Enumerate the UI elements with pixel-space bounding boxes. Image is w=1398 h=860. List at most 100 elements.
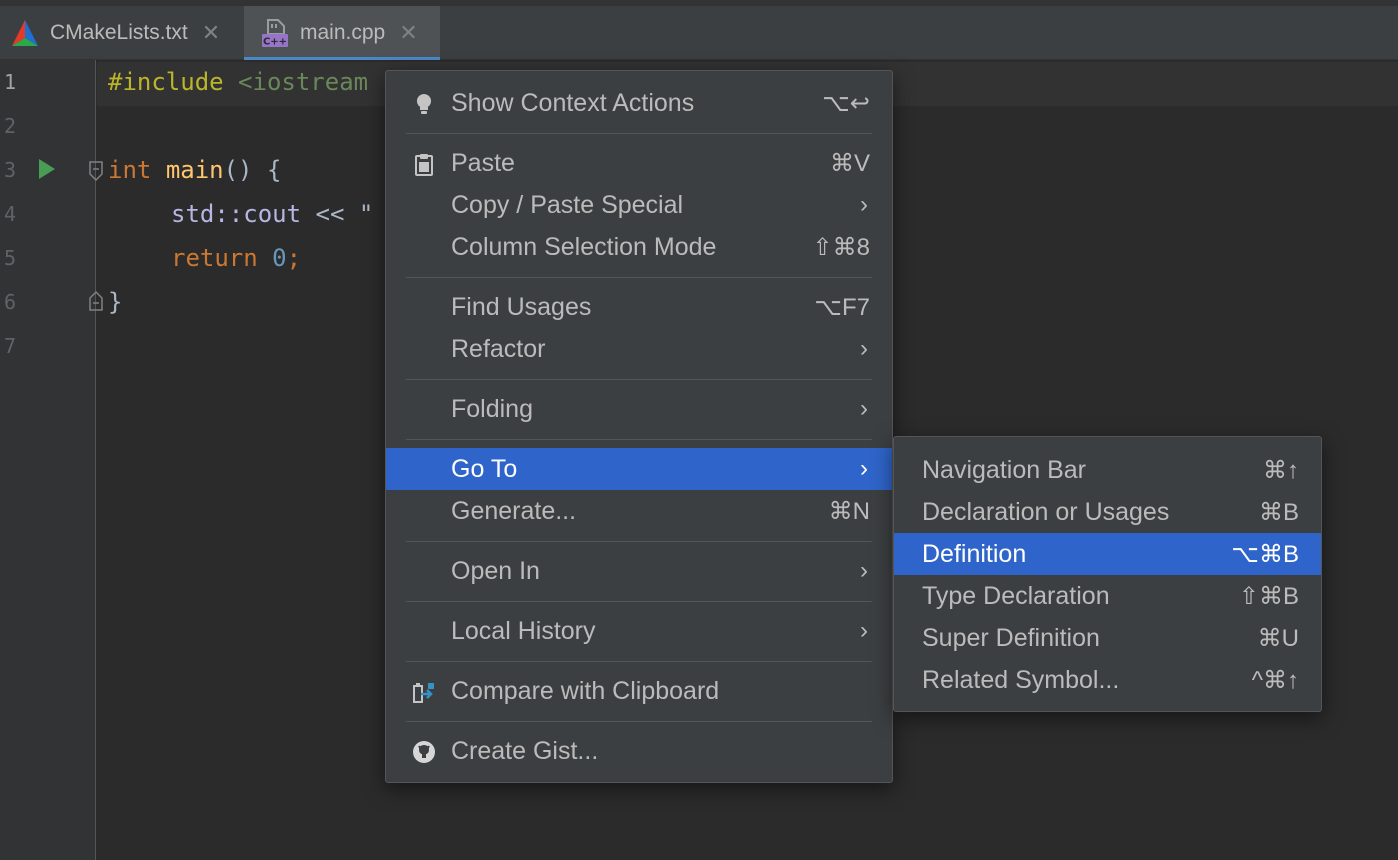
- chevron-right-icon: ›: [860, 335, 868, 362]
- menu-item-label: Column Selection Mode: [451, 232, 717, 261]
- menu-separator: [406, 133, 872, 134]
- fold-icon[interactable]: [88, 160, 104, 182]
- menu-item-refactor[interactable]: Refactor ›: [386, 328, 892, 370]
- menu-item-label: Navigation Bar: [922, 455, 1086, 484]
- code-line-1: #include <iostream: [108, 68, 368, 96]
- menu-item-create-gist[interactable]: Create Gist...: [386, 730, 892, 772]
- menu-item-folding[interactable]: Folding ›: [386, 388, 892, 430]
- line-number: 6: [4, 290, 17, 314]
- code-line-4: std::cout << ": [171, 200, 373, 228]
- menu-item-shortcut: ^⌘↑: [1251, 666, 1299, 694]
- submenu-item-declaration-or-usages[interactable]: Declaration or Usages ⌘B: [894, 491, 1321, 533]
- menu-item-shortcut: ⌘U: [1257, 624, 1299, 652]
- menu-item-label: Generate...: [451, 496, 577, 525]
- code-token: return: [171, 244, 258, 272]
- code-line-3: int main() {: [108, 156, 281, 184]
- clipboard-icon: [415, 154, 433, 176]
- menu-item-show-context-actions[interactable]: Show Context Actions ⌥↩: [386, 82, 892, 124]
- menu-item-shortcut: ⌥F7: [814, 293, 870, 321]
- menu-separator: [406, 277, 872, 278]
- menu-item-label: Type Declaration: [922, 581, 1110, 610]
- line-number: 1: [4, 70, 17, 94]
- submenu-item-navigation-bar[interactable]: Navigation Bar ⌘↑: [894, 449, 1321, 491]
- tab-cmakelists[interactable]: CMakeLists.txt ✕: [0, 6, 244, 60]
- cpp-file-icon: C++: [260, 18, 290, 48]
- tab-label: main.cpp: [300, 21, 386, 44]
- menu-separator: [406, 541, 872, 542]
- github-icon: [413, 741, 435, 763]
- menu-item-label: Declaration or Usages: [922, 497, 1170, 526]
- menu-separator: [406, 661, 872, 662]
- lightbulb-icon: [416, 93, 432, 114]
- menu-item-paste[interactable]: Paste ⌘V: [386, 142, 892, 184]
- menu-separator: [406, 439, 872, 440]
- menu-separator: [406, 601, 872, 602]
- code-token: int: [108, 156, 152, 184]
- svg-text:C++: C++: [263, 37, 287, 48]
- code-token: #include: [108, 68, 224, 96]
- code-token: main: [165, 156, 224, 184]
- menu-item-shortcut: ⌥⌘B: [1231, 540, 1299, 568]
- code-token: () {: [223, 156, 282, 184]
- menu-item-label: Open In: [451, 556, 540, 585]
- line-number: 7: [4, 334, 17, 358]
- code-token: <iostream: [238, 68, 369, 96]
- menu-item-label: Copy / Paste Special: [451, 190, 684, 219]
- tab-main-cpp[interactable]: C++ main.cpp ✕: [244, 6, 440, 61]
- gutter: 1 2 3 4 5 6 7: [0, 60, 96, 860]
- chevron-right-icon: ›: [860, 191, 868, 218]
- menu-item-label: Refactor: [451, 334, 546, 363]
- menu-item-label: Definition: [922, 539, 1027, 568]
- submenu-item-related-symbol[interactable]: Related Symbol... ^⌘↑: [894, 659, 1321, 701]
- menu-item-label: Folding: [451, 394, 533, 423]
- menu-item-label: Paste: [451, 148, 515, 177]
- menu-item-generate[interactable]: Generate... ⌘N: [386, 490, 892, 532]
- menu-item-local-history[interactable]: Local History ›: [386, 610, 892, 652]
- menu-item-label: Find Usages: [451, 292, 592, 321]
- menu-item-label: Related Symbol...: [922, 665, 1120, 694]
- tab-label: CMakeLists.txt: [50, 21, 188, 44]
- menu-item-column-selection-mode[interactable]: Column Selection Mode ⇧⌘8: [386, 226, 892, 268]
- menu-item-go-to[interactable]: Go To ›: [386, 448, 892, 490]
- fold-icon[interactable]: [88, 290, 104, 312]
- code-token: std::cout: [171, 200, 302, 228]
- line-number: 2: [4, 114, 17, 138]
- menu-separator: [406, 379, 872, 380]
- menu-item-compare-with-clipboard[interactable]: Compare with Clipboard: [386, 670, 892, 712]
- menu-item-find-usages[interactable]: Find Usages ⌥F7: [386, 286, 892, 328]
- close-icon[interactable]: ✕: [399, 20, 417, 46]
- menu-item-shortcut: ⌘↑: [1263, 456, 1299, 484]
- editor-tab-bar: CMakeLists.txt ✕ C++ main.cpp ✕: [0, 0, 1398, 61]
- menu-item-shortcut: ⌘N: [828, 497, 870, 525]
- line-number: 5: [4, 246, 17, 270]
- code-line-6: }: [108, 288, 122, 316]
- code-token: }: [108, 288, 123, 316]
- code-token: 0: [272, 244, 287, 272]
- close-icon[interactable]: ✕: [202, 20, 220, 46]
- menu-item-label: Local History: [451, 616, 596, 645]
- code-token: << ": [301, 200, 374, 228]
- menu-item-shortcut: ⇧⌘B: [1238, 582, 1299, 610]
- menu-item-shortcut: ⌘V: [829, 149, 870, 177]
- code-token: ;: [286, 244, 302, 272]
- chevron-right-icon: ›: [860, 617, 868, 644]
- run-icon[interactable]: [38, 158, 56, 180]
- goto-submenu: Navigation Bar ⌘↑ Declaration or Usages …: [893, 436, 1322, 712]
- submenu-item-definition[interactable]: Definition ⌥⌘B: [894, 533, 1321, 575]
- menu-item-label: Super Definition: [922, 623, 1100, 652]
- menu-item-shortcut: ⌘B: [1258, 498, 1299, 526]
- cmake-icon: [10, 18, 40, 48]
- menu-item-shortcut: ⌥↩: [822, 89, 870, 117]
- menu-item-open-in[interactable]: Open In ›: [386, 550, 892, 592]
- line-number: 4: [4, 202, 17, 226]
- menu-item-label: Compare with Clipboard: [451, 676, 720, 705]
- chevron-right-icon: ›: [860, 395, 868, 422]
- menu-item-copy-paste-special[interactable]: Copy / Paste Special ›: [386, 184, 892, 226]
- menu-item-label: Create Gist...: [451, 736, 599, 765]
- submenu-item-type-declaration[interactable]: Type Declaration ⇧⌘B: [894, 575, 1321, 617]
- menu-item-shortcut: ⇧⌘8: [812, 233, 870, 261]
- chevron-right-icon: ›: [860, 557, 868, 584]
- chevron-right-icon: ›: [860, 455, 868, 482]
- context-menu: Show Context Actions ⌥↩ Paste ⌘V Copy / …: [385, 70, 893, 783]
- submenu-item-super-definition[interactable]: Super Definition ⌘U: [894, 617, 1321, 659]
